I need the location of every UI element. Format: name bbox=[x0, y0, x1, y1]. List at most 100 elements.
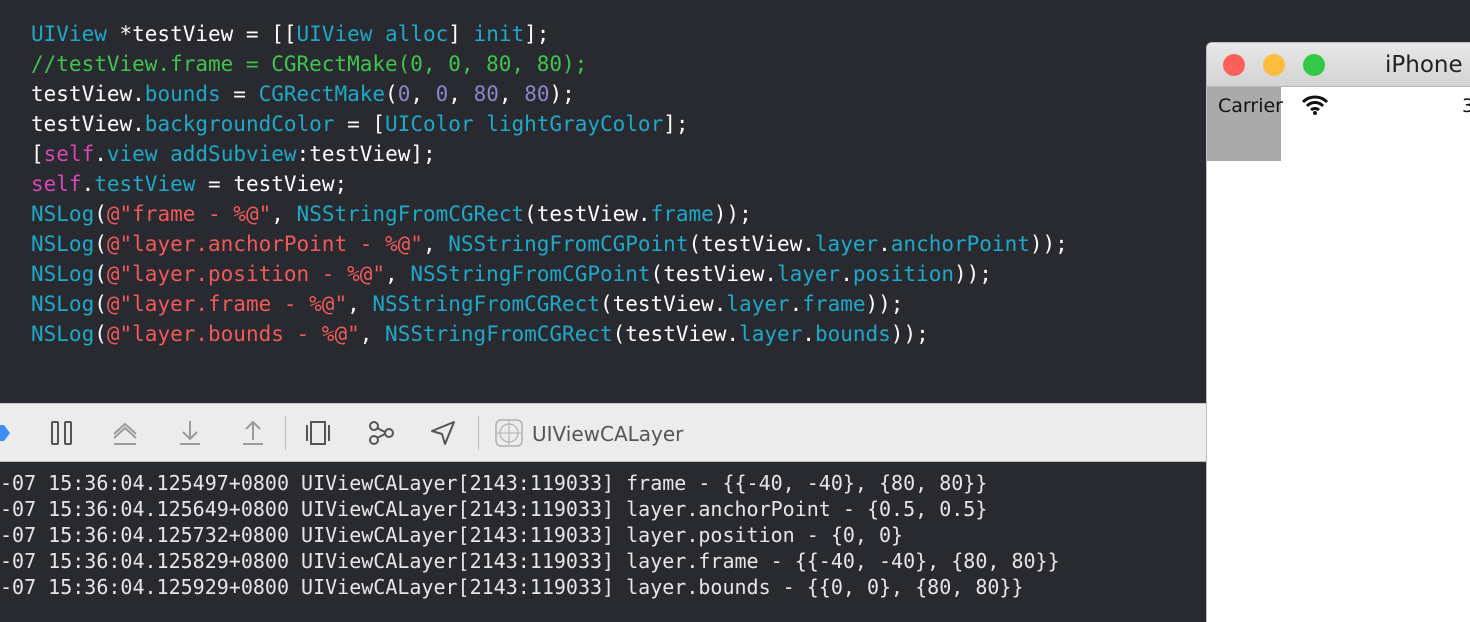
code-token: ( bbox=[94, 232, 107, 256]
code-token: ]; bbox=[663, 112, 689, 136]
pause-icon[interactable] bbox=[47, 418, 77, 448]
console-line: -07 15:36:04.125732+0800 UIViewCALayer[2… bbox=[0, 523, 904, 547]
code-token: . bbox=[81, 172, 95, 196]
code-token: NSStringFromCGPoint bbox=[410, 262, 651, 286]
code-token: 0 bbox=[397, 82, 411, 106]
code-token: . bbox=[878, 232, 891, 256]
code-token: ); bbox=[549, 82, 575, 106]
code-token: addSubview bbox=[170, 142, 297, 166]
code-line[interactable]: testView.backgroundColor = [UIColor ligh… bbox=[31, 109, 689, 139]
code-token: (testView. bbox=[524, 202, 651, 226]
code-line[interactable]: self.testView = testView; bbox=[31, 169, 347, 199]
code-token: backgroundColor bbox=[144, 112, 335, 136]
location-icon[interactable] bbox=[428, 418, 458, 448]
console-output[interactable]: -07 15:36:04.125497+0800 UIViewCALayer[2… bbox=[0, 462, 1206, 622]
device-screen[interactable]: Carrier 3 bbox=[1207, 87, 1470, 622]
step-into-icon[interactable] bbox=[175, 418, 205, 448]
code-token: bounds bbox=[144, 82, 221, 106]
code-token: //testView.frame = CGRectMake(0, 0, 80, … bbox=[31, 52, 588, 76]
code-token: @"frame - %@" bbox=[106, 202, 272, 226]
code-token: (testView. bbox=[650, 262, 777, 286]
code-token: NSLog bbox=[31, 262, 95, 286]
close-button[interactable] bbox=[1223, 54, 1245, 76]
code-token: UIView bbox=[31, 22, 107, 46]
code-line[interactable]: NSLog(@"layer.position - %@", NSStringFr… bbox=[31, 259, 992, 289]
toolbar-divider bbox=[478, 416, 479, 450]
code-token: @"layer.bounds - %@" bbox=[106, 322, 360, 346]
code-token: (testView. bbox=[612, 322, 740, 346]
code-token: . bbox=[802, 322, 815, 346]
code-token: bounds bbox=[814, 322, 891, 346]
code-token: )); bbox=[954, 262, 992, 286]
code-token: anchorPoint bbox=[890, 232, 1030, 256]
code-token: . bbox=[840, 262, 853, 286]
code-token: . bbox=[94, 142, 107, 166]
code-line[interactable]: NSLog(@"layer.anchorPoint - %@", NSStrin… bbox=[31, 229, 1068, 259]
code-token: NSStringFromCGRect bbox=[385, 322, 613, 346]
code-token: , bbox=[448, 82, 474, 106]
console-line: -07 15:36:04.125649+0800 UIViewCALayer[2… bbox=[0, 497, 988, 521]
code-token: ]; bbox=[524, 22, 550, 46]
code-token: layer bbox=[739, 322, 803, 346]
status-carrier: Carrier bbox=[1218, 95, 1283, 117]
status-time: 3 bbox=[1462, 93, 1470, 119]
zoom-button[interactable] bbox=[1303, 54, 1325, 76]
code-token: [ bbox=[31, 142, 44, 166]
memory-graph-icon[interactable] bbox=[366, 418, 396, 448]
code-token: 80 bbox=[524, 82, 550, 106]
wifi-icon bbox=[1301, 94, 1329, 116]
code-token: frame bbox=[650, 202, 714, 226]
simulator-title: iPhone bbox=[1385, 52, 1463, 78]
minimize-button[interactable] bbox=[1263, 54, 1285, 76]
breakpoint-toggle-icon[interactable] bbox=[0, 418, 16, 448]
code-token: , bbox=[410, 82, 436, 106]
code-line[interactable]: //testView.frame = CGRectMake(0, 0, 80, … bbox=[31, 49, 587, 79]
code-token: self bbox=[43, 142, 95, 166]
code-line[interactable]: testView.bounds = CGRectMake(0, 0, 80, 8… bbox=[31, 79, 575, 109]
code-token: ] bbox=[448, 22, 474, 46]
code-editor[interactable]: UIView *testView = [[UIView alloc] init]… bbox=[0, 0, 1206, 403]
code-token: testView. bbox=[31, 112, 145, 136]
code-line[interactable]: NSLog(@"layer.frame - %@", NSStringFromC… bbox=[31, 289, 903, 319]
code-token: )); bbox=[1029, 232, 1068, 256]
console-line: -07 15:36:04.125929+0800 UIViewCALayer[2… bbox=[0, 575, 1024, 599]
code-token: testView bbox=[94, 172, 196, 196]
view-hierarchy-icon[interactable] bbox=[303, 418, 333, 448]
target-name-label: UIViewCALayer bbox=[532, 422, 684, 446]
code-token: view bbox=[106, 142, 158, 166]
code-token: position bbox=[852, 262, 955, 286]
code-line[interactable]: UIView *testView = [[UIView alloc] init]… bbox=[31, 19, 549, 49]
code-token: (testView. bbox=[599, 292, 727, 316]
debug-toolbar: UIViewCALayer bbox=[0, 403, 1206, 462]
code-token: self bbox=[31, 172, 82, 196]
code-token: lightGrayColor bbox=[486, 112, 664, 136]
code-line[interactable]: [self.view addSubview:testView]; bbox=[31, 139, 436, 169]
code-line[interactable]: NSLog(@"frame - %@", NSStringFromCGRect(… bbox=[31, 199, 752, 229]
code-token: ( bbox=[94, 202, 107, 226]
code-token: init bbox=[473, 22, 525, 46]
code-token: , bbox=[422, 232, 449, 256]
code-token: @"layer.frame - %@" bbox=[106, 292, 348, 316]
code-token: NSStringFromCGRect bbox=[296, 202, 525, 226]
code-token: layer bbox=[776, 262, 841, 286]
console-line: -07 15:36:04.125829+0800 UIViewCALayer[2… bbox=[0, 549, 1060, 573]
step-out-icon[interactable] bbox=[238, 418, 268, 448]
code-line[interactable]: NSLog(@"layer.bounds - %@", NSStringFrom… bbox=[31, 319, 929, 349]
code-token: CGRectMake bbox=[258, 82, 386, 106]
toolbar-divider bbox=[285, 416, 286, 450]
code-token: alloc bbox=[385, 22, 449, 46]
step-over-icon[interactable] bbox=[110, 418, 140, 448]
code-token: NSStringFromCGRect bbox=[372, 292, 600, 316]
code-token: frame bbox=[802, 292, 866, 316]
code-token: NSLog bbox=[31, 292, 95, 316]
app-target-icon bbox=[494, 418, 524, 448]
code-token: )); bbox=[865, 292, 904, 316]
simulator-window: iPhone Carrier 3 bbox=[1206, 42, 1470, 622]
code-token: :testView]; bbox=[296, 142, 436, 166]
code-token: *testView = [[ bbox=[106, 22, 297, 46]
simulator-titlebar[interactable]: iPhone bbox=[1207, 43, 1470, 87]
code-token: . bbox=[789, 292, 803, 316]
code-token: ( bbox=[385, 82, 398, 106]
